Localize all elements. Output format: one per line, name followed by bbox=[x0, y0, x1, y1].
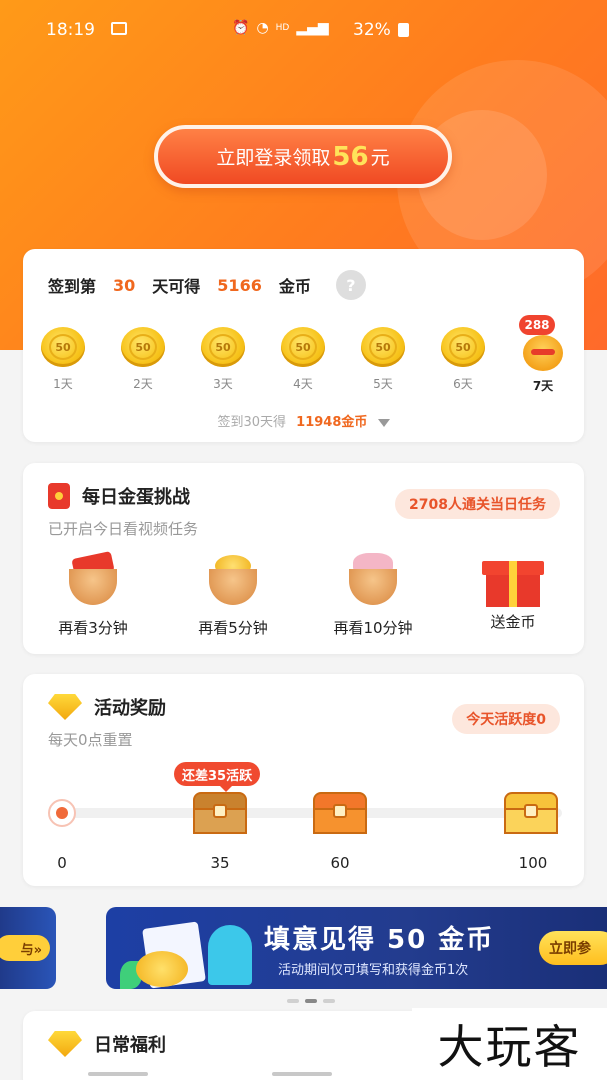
golden-egg-card: 每日金蛋挑战 已开启今日看视频任务 2708人通关当日任务 再看3分钟 再看5分… bbox=[23, 463, 584, 654]
signin-day-7[interactable]: 288 7天 bbox=[513, 315, 573, 394]
feedback-banner[interactable]: 填意见得 50 金币 活动期间仅可填写和获得金币1次 立即参 bbox=[106, 907, 607, 989]
red-packet-icon bbox=[48, 483, 70, 509]
login-amount: 56 bbox=[332, 141, 369, 172]
section-title: 活动奖励 bbox=[48, 694, 166, 720]
signin-header: 签到第 30 天可得 5166 金币 ? bbox=[48, 270, 366, 300]
section-title: 日常福利 bbox=[48, 1031, 166, 1057]
treasure-chest-icon[interactable] bbox=[502, 792, 560, 836]
section-subtitle: 已开启今日看视频任务 bbox=[48, 520, 199, 538]
egg-item[interactable]: 再看3分钟 bbox=[33, 551, 153, 638]
banner-illustration bbox=[116, 911, 266, 989]
alarm-icon: ⏰ bbox=[232, 20, 250, 36]
signin-day-5[interactable]: 50 5天 bbox=[353, 327, 413, 392]
help-icon[interactable]: ? bbox=[335, 270, 366, 300]
treasure-chest-icon[interactable] bbox=[311, 792, 369, 836]
coin-icon: 50 bbox=[41, 327, 85, 367]
section-title: 每日金蛋挑战 bbox=[48, 483, 190, 509]
hd-label: HD bbox=[275, 23, 290, 33]
coin-icon: 50 bbox=[361, 327, 405, 367]
status-bar: 18:19 ⏰ ◔ HD ▂▄▆ 32% bbox=[0, 0, 607, 60]
activity-progress: 还差35活跃 0 35 60 100 bbox=[48, 752, 568, 872]
signin-summary[interactable]: 签到30天得 11948金币 bbox=[23, 411, 584, 430]
image-notification-icon bbox=[111, 22, 127, 35]
signin-day-3[interactable]: 50 3天 bbox=[193, 327, 253, 392]
progress-start-dot bbox=[48, 799, 76, 827]
egg-item[interactable]: 再看5分钟 bbox=[173, 551, 293, 638]
signin-coins: 5166 bbox=[217, 275, 262, 295]
signin-day: 30 bbox=[113, 275, 136, 295]
signin-day-1[interactable]: 50 1天 bbox=[33, 327, 93, 392]
gift-box-icon bbox=[482, 557, 544, 607]
milestone-label: 0 bbox=[57, 854, 67, 872]
activity-reward-card: 活动奖励 每天0点重置 今天活跃度0 还差35活跃 0 35 60 100 bbox=[23, 674, 584, 886]
coin-icon: 50 bbox=[201, 327, 245, 367]
signin-text-1: 签到第 bbox=[48, 277, 97, 296]
join-now-button[interactable]: 立即参 bbox=[539, 931, 607, 965]
egg-icon bbox=[65, 551, 121, 607]
signin-day-4[interactable]: 50 4天 bbox=[273, 327, 333, 392]
egg-item[interactable]: 再看10分钟 bbox=[313, 551, 433, 638]
coin-icon: 50 bbox=[121, 327, 165, 367]
status-time: 18:19 bbox=[46, 20, 95, 40]
coin-icon: 50 bbox=[441, 327, 485, 367]
join-button[interactable]: 与» bbox=[0, 935, 50, 961]
milestone-label: 100 bbox=[518, 854, 548, 872]
section-subtitle: 每天0点重置 bbox=[48, 731, 133, 749]
completed-count-pill: 2708人通关当日任务 bbox=[395, 489, 560, 519]
egg-item[interactable]: 送金币 bbox=[453, 551, 573, 632]
battery-icon bbox=[398, 23, 409, 37]
activity-level-pill: 今天活跃度0 bbox=[452, 704, 560, 734]
banner-title: 填意见得 50 金币 bbox=[264, 925, 495, 955]
carousel-indicator bbox=[287, 999, 335, 1003]
signin-text-3: 金币 bbox=[278, 277, 311, 296]
egg-icon bbox=[205, 551, 261, 607]
status-icons: ⏰ ◔ HD ▂▄▆ bbox=[232, 20, 329, 36]
prev-banner[interactable]: 与» bbox=[0, 907, 56, 989]
banner-subtitle: 活动期间仅可填写和获得金币1次 bbox=[278, 963, 469, 978]
egg-icon bbox=[345, 551, 401, 607]
watermark-logo: 大玩客 bbox=[412, 1008, 607, 1080]
signin-day-6[interactable]: 50 6天 bbox=[433, 327, 493, 392]
remaining-tag: 还差35活跃 bbox=[174, 762, 261, 792]
coin-icon: 50 bbox=[281, 327, 325, 367]
gift-bag-icon bbox=[523, 335, 563, 371]
milestone-label: 35 bbox=[210, 854, 230, 872]
bonus-badge: 288 bbox=[519, 315, 555, 335]
nav-handle bbox=[272, 1072, 332, 1076]
login-prefix: 立即登录领取 bbox=[216, 147, 331, 169]
signin-days: 50 1天 50 2天 50 3天 50 4天 50 5天 50 6天 288 … bbox=[23, 315, 584, 397]
login-suffix: 元 bbox=[370, 147, 390, 169]
signin-text-2: 天可得 bbox=[152, 277, 201, 296]
diamond-icon bbox=[48, 1031, 82, 1057]
login-claim-button[interactable]: 立即登录领取 56 元 bbox=[154, 125, 452, 188]
signin-card: 签到第 30 天可得 5166 金币 ? 50 1天 50 2天 50 3天 5… bbox=[23, 249, 584, 442]
signin-day-2[interactable]: 50 2天 bbox=[113, 327, 173, 392]
egg-list: 再看3分钟 再看5分钟 再看10分钟 送金币 bbox=[23, 551, 584, 651]
nav-handle bbox=[88, 1072, 148, 1076]
diamond-icon bbox=[48, 694, 82, 720]
battery-percent: 32% bbox=[353, 20, 391, 40]
chevron-down-icon bbox=[377, 418, 390, 427]
wifi-icon: ◔ bbox=[256, 20, 269, 36]
treasure-chest-icon[interactable] bbox=[191, 792, 249, 836]
signal-icon: ▂▄▆ bbox=[296, 20, 329, 36]
milestone-label: 60 bbox=[330, 854, 350, 872]
